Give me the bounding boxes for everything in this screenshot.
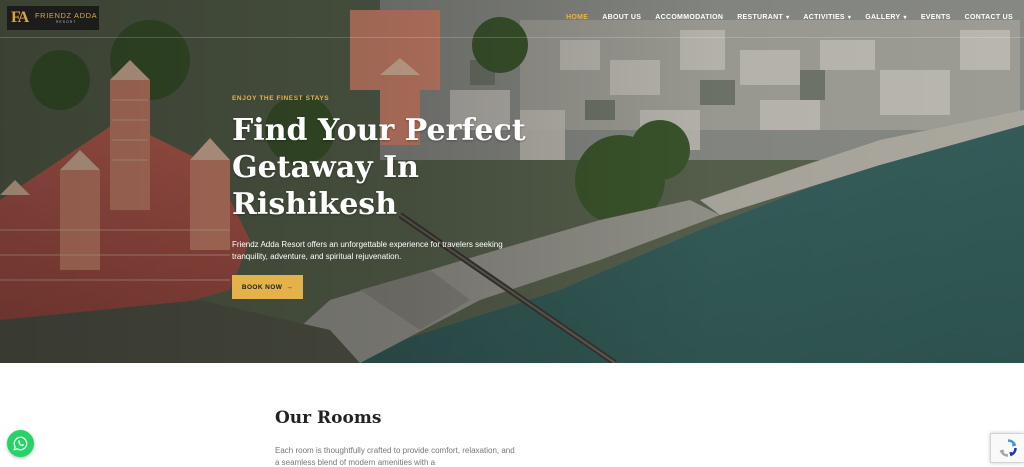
logo-text: FRIENDZ ADDA RESORT — [35, 10, 98, 25]
logo-name: FRIENDZ ADDA — [35, 10, 98, 20]
hero-title-line: Getaway In — [232, 150, 419, 185]
whatsapp-icon — [13, 436, 28, 451]
chevron-down-icon: ▾ — [847, 15, 852, 21]
hero-title: Find Your Perfect Getaway In Rishikesh — [232, 112, 532, 223]
hero-eyebrow: ENJOY THE FINEST STAYS — [232, 95, 330, 102]
nav-activities[interactable]: ACTIVITIES ▾ — [803, 14, 851, 21]
nav-resturant[interactable]: RESTURANT ▾ — [737, 14, 789, 21]
nav-events[interactable]: EVENTS — [921, 14, 951, 21]
logo-mark: FA — [11, 9, 29, 26]
book-now-button[interactable]: BOOK NOW → — [232, 275, 303, 299]
nav-contact-us[interactable]: CONTACT US — [965, 14, 1013, 21]
book-now-label: BOOK NOW — [241, 283, 283, 291]
nav-accommodation[interactable]: ACCOMMODATION — [655, 14, 723, 21]
chevron-down-icon: ▾ — [786, 15, 790, 21]
arrow-right-icon: → — [286, 283, 294, 291]
main-nav: HOME ABOUT US ACCOMMODATION RESTURANT ▾ A… — [552, 14, 1013, 21]
rooms-description: Each room is thoughtfully crafted to pro… — [275, 446, 515, 467]
nav-home[interactable]: HOME — [566, 14, 588, 21]
recaptcha-badge[interactable] — [990, 433, 1024, 463]
hero-title-line: Rishikesh — [232, 187, 397, 222]
nav-gallery[interactable]: GALLERY ▾ — [865, 14, 907, 21]
logo-subtitle: RESORT — [55, 20, 77, 24]
hero-section: FA FRIENDZ ADDA RESORT HOME ABOUT US ACC… — [0, 0, 1024, 363]
rooms-heading: Our Rooms — [275, 408, 382, 428]
hero-description: Friendz Adda Resort offers an unforgetta… — [232, 240, 503, 261]
site-logo[interactable]: FA FRIENDZ ADDA RESORT — [7, 6, 99, 30]
site-header: FA FRIENDZ ADDA RESORT HOME ABOUT US ACC… — [0, 0, 1024, 38]
recaptcha-icon — [999, 439, 1017, 457]
nav-about-us[interactable]: ABOUT US — [602, 14, 641, 21]
whatsapp-button[interactable] — [7, 430, 34, 457]
chevron-down-icon: ▾ — [903, 15, 907, 21]
hero-title-line: Find Your Perfect — [232, 113, 526, 148]
